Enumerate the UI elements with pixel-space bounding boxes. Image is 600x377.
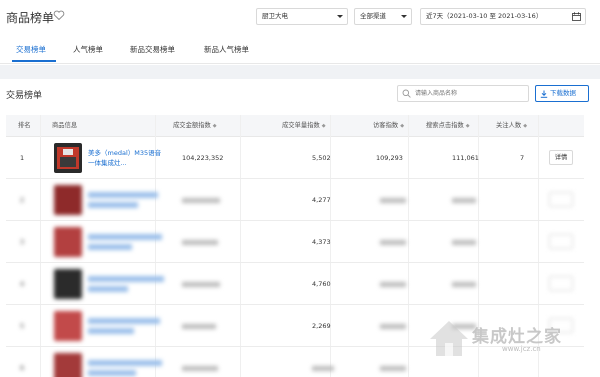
rank-cell: 6 — [20, 364, 25, 372]
product-name-link[interactable] — [88, 232, 168, 250]
product-search-box[interactable] — [397, 85, 529, 102]
search-index-cell — [452, 179, 482, 221]
visitor-index-cell: 109,293 — [376, 154, 403, 162]
detail-button[interactable] — [549, 234, 573, 249]
detail-button[interactable]: 详情 — [549, 150, 573, 165]
rank-cell: 5 — [20, 322, 25, 330]
visitor-index-cell — [380, 221, 410, 263]
col-search-click-index[interactable]: 搜索点击指数 ◆ — [426, 115, 470, 137]
table-row: 6 — [6, 347, 584, 377]
table-row: 2 4,277 — [6, 179, 584, 221]
amount-index-cell — [182, 347, 222, 377]
col-orders-index[interactable]: 成交单量指数 ◆ — [282, 115, 326, 137]
product-name-link[interactable] — [88, 316, 168, 334]
rank-cell: 4 — [20, 280, 25, 288]
search-index-cell — [452, 263, 482, 305]
sort-icon: ◆ — [321, 123, 326, 129]
amount-index-cell — [182, 221, 222, 263]
search-icon — [402, 89, 411, 98]
col-followers[interactable]: 关注人数 ◆ — [496, 115, 527, 137]
date-range-picker[interactable]: 近7天（2021-03-10 至 2021-03-16） — [420, 8, 586, 25]
amount-index-cell — [182, 305, 222, 347]
download-data-button[interactable]: 下载数据 — [535, 85, 589, 102]
date-range-value: 近7天（2021-03-10 至 2021-03-16） — [426, 12, 543, 20]
channel-select[interactable]: 全部渠道 — [354, 8, 412, 25]
product-name-link[interactable] — [88, 190, 168, 208]
product-thumbnail[interactable] — [54, 227, 82, 257]
detail-button[interactable] — [549, 318, 573, 333]
search-index-cell: 111,061 — [452, 154, 479, 162]
channel-select-value: 全部渠道 — [360, 12, 386, 20]
page-title: 商品榜单 — [6, 11, 55, 25]
product-thumbnail[interactable] — [54, 269, 82, 299]
tab-new-popularity-ranking[interactable]: 新品人气榜单 — [204, 44, 249, 55]
orders-index-cell — [312, 347, 342, 377]
orders-index-cell: 4,277 — [312, 196, 331, 204]
tab-bar: 交易榜单 人气榜单 新品交易榜单 新品人气榜单 — [0, 36, 600, 64]
amount-index-cell — [182, 179, 222, 221]
tab-trade-ranking[interactable]: 交易榜单 — [16, 44, 46, 55]
table-row: 4 4,760 — [6, 263, 584, 305]
visitor-index-cell — [380, 179, 410, 221]
rank-cell: 2 — [20, 196, 25, 204]
category-select-value: 厨卫大电 — [262, 12, 288, 20]
amount-index-cell — [182, 263, 222, 305]
heart-icon[interactable] — [53, 9, 65, 21]
orders-index-cell: 4,760 — [312, 280, 331, 288]
detail-button[interactable] — [549, 192, 573, 207]
download-icon — [540, 89, 548, 98]
rank-cell: 1 — [20, 154, 25, 162]
followers-cell: 7 — [520, 154, 525, 162]
calendar-icon — [572, 12, 581, 21]
sort-icon: ◆ — [400, 123, 405, 129]
chevron-down-icon — [401, 15, 407, 18]
visitor-index-cell — [380, 305, 410, 347]
chevron-down-icon — [337, 15, 343, 18]
detail-button[interactable] — [549, 276, 573, 291]
tab-popularity-ranking[interactable]: 人气榜单 — [73, 44, 103, 55]
sort-icon: ◆ — [523, 123, 528, 129]
table-row: 3 4,373 — [6, 221, 584, 263]
col-visitor-index[interactable]: 访客指数 ◆ — [373, 115, 404, 137]
tab-new-trade-ranking[interactable]: 新品交易榜单 — [130, 44, 175, 55]
search-input[interactable] — [415, 87, 525, 100]
visitor-index-cell — [380, 263, 410, 305]
product-thumbnail[interactable] — [54, 311, 82, 341]
orders-index-cell: 2,269 — [312, 322, 331, 330]
rank-cell: 3 — [20, 238, 25, 246]
product-name-link[interactable] — [88, 358, 168, 376]
top-bar: 商品榜单 厨卫大电 全部渠道 近7天（2021-03-10 至 2021-03-… — [0, 0, 600, 36]
col-product-info: 商品信息 — [52, 122, 78, 129]
col-amount-index[interactable]: 成交金额指数 ◆ — [173, 115, 217, 137]
ranking-panel: 交易榜单 下载数据 排名 商品信息 成交金额指数◆ 成交单量指数◆ 访客指数◆ … — [0, 79, 600, 377]
orders-index-cell: 4,373 — [312, 238, 331, 246]
product-name-link[interactable] — [88, 274, 168, 292]
table-header: 排名 商品信息 成交金额指数 ◆ 成交单量指数 ◆ 访客指数 ◆ 搜索点击指数 ◆ 关注… — [6, 115, 584, 137]
search-index-cell — [452, 305, 482, 347]
visitor-index-cell — [380, 347, 410, 377]
product-thumbnail[interactable] — [54, 185, 82, 215]
product-name-link[interactable]: 美多（medal）M35语音 一体集成灶... — [88, 148, 168, 168]
product-thumbnail[interactable] — [54, 353, 82, 377]
search-index-cell — [452, 221, 482, 263]
orders-index-cell: 5,502 — [312, 154, 331, 162]
sort-icon: ◆ — [212, 123, 217, 129]
col-rank: 排名 — [18, 122, 31, 129]
product-thumbnail[interactable] — [54, 143, 82, 173]
category-select[interactable]: 厨卫大电 — [256, 8, 348, 25]
download-label: 下载数据 — [550, 89, 576, 97]
section-title: 交易榜单 — [6, 91, 43, 101]
table-row: 1 美多（medal）M35语音 一体集成灶... 104,223,352 5,… — [6, 137, 584, 179]
sort-icon: ◆ — [465, 123, 470, 129]
active-tab-indicator — [12, 60, 56, 62]
amount-index-cell: 104,223,352 — [182, 154, 224, 162]
table-row: 5 2,269 — [6, 305, 584, 347]
section-gap — [0, 65, 600, 79]
